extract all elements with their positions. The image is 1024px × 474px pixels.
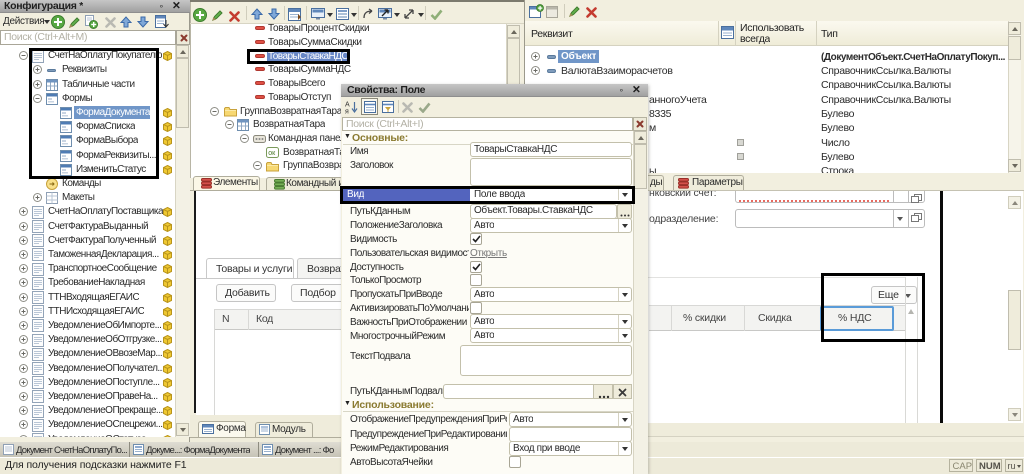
- svg-text:А: А: [345, 102, 350, 109]
- svg-text:я: я: [345, 109, 349, 115]
- svg-text:ок: ок: [268, 150, 276, 157]
